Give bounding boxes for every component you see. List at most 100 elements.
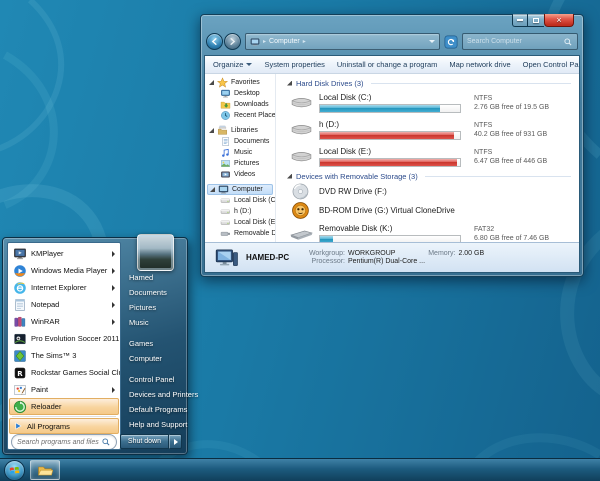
search-input[interactable]: Search Computer bbox=[462, 33, 578, 50]
sidebar-item-local-disk-e[interactable]: Local Disk (E:) bbox=[207, 217, 275, 228]
start-item-windows-media-player[interactable]: Windows Media Player bbox=[9, 262, 119, 279]
drive-local-disk-e[interactable]: Local Disk (E:) NTFS 6.47 GB free of 446 G… bbox=[287, 143, 573, 170]
all-programs-item[interactable]: All Programs bbox=[9, 418, 119, 434]
all-programs-label: All Programs bbox=[27, 421, 70, 431]
breadcrumb[interactable]: ▸ Computer ▸ bbox=[245, 33, 440, 50]
navigation-pane: Favorites Desktop Downloads Recent Places Li… bbox=[205, 74, 276, 242]
search-icon bbox=[564, 37, 572, 45]
start-item-notepad[interactable]: Notepad bbox=[9, 296, 119, 313]
shutdown-button[interactable]: Shut down bbox=[119, 434, 169, 449]
toolbar-map-network-drive[interactable]: Map network drive bbox=[449, 60, 510, 69]
drive-local-disk-c[interactable]: Local Disk (C:) NTFS 2.76 GB free of 19.5 … bbox=[287, 89, 573, 116]
start-right-help-and-support[interactable]: Help and Support bbox=[125, 417, 187, 432]
desktop: × ▸ Computer ▸ Search Computer Organize … bbox=[0, 0, 600, 481]
breadcrumb-separator: ▸ bbox=[302, 39, 306, 45]
start-item-reloader[interactable]: Reloader bbox=[9, 398, 119, 415]
start-right-hamed[interactable]: Hamed bbox=[125, 270, 183, 285]
start-right-computer[interactable]: Computer bbox=[125, 351, 183, 366]
details-workgroup: Workgroup: WORKGROUP bbox=[308, 250, 396, 257]
close-button[interactable]: × bbox=[544, 14, 574, 27]
items-view: Hard Disk Drives (3) Local Disk (C:) NTFS 2… bbox=[276, 74, 579, 242]
svg-text:R: R bbox=[17, 369, 23, 377]
drive-bd-rom-drive-g-virtual-clonedrive[interactable]: BD-ROM Drive (G:) Virtual CloneDrive bbox=[287, 201, 573, 220]
address-dropdown-icon[interactable] bbox=[429, 40, 435, 43]
sidebar-item-videos[interactable]: Videos bbox=[207, 169, 275, 180]
drive-h-d[interactable]: h (D:) NTFS 40.2 GB free of 931 GB bbox=[287, 116, 573, 143]
expander-icon bbox=[210, 187, 215, 192]
details-pane: HAMED-PC Workgroup: WORKGROUP Memory: 2.00 … bbox=[205, 242, 579, 272]
submenu-arrow-icon bbox=[112, 318, 115, 325]
windows-flag-icon bbox=[9, 466, 20, 474]
sidebar-item-documents[interactable]: Documents bbox=[207, 136, 275, 147]
sidebar-item-pictures[interactable]: Pictures bbox=[207, 158, 275, 169]
minimize-button[interactable] bbox=[512, 14, 528, 27]
sidebar-item-desktop[interactable]: Desktop bbox=[207, 88, 275, 99]
usb-icon bbox=[289, 224, 314, 242]
rockstar-icon: R bbox=[13, 366, 27, 380]
sidebar-item-recent-places[interactable]: Recent Places bbox=[207, 110, 275, 121]
start-right-pictures[interactable]: Pictures bbox=[125, 300, 183, 315]
start-right-default-programs[interactable]: Default Programs bbox=[125, 402, 187, 417]
sidebar-item-music[interactable]: Music bbox=[207, 147, 275, 158]
star-icon bbox=[217, 77, 228, 88]
drive-removable-disk-k[interactable]: Removable Disk (K:) FAT32 6.80 GB free of … bbox=[287, 220, 573, 242]
wmp-icon bbox=[13, 264, 27, 278]
toolbar-uninstall-or-change-a-program[interactable]: Uninstall or change a program bbox=[337, 60, 437, 69]
start-search-input[interactable]: Search programs and files bbox=[11, 434, 117, 449]
start-item-pro-evolution-soccer-2011[interactable]: Pro Evolution Soccer 2011 bbox=[9, 330, 119, 347]
sidebar-item-h-d[interactable]: h (D:) bbox=[207, 206, 275, 217]
sidebar-item-computer[interactable]: Computer bbox=[207, 184, 273, 195]
maximize-icon bbox=[533, 17, 539, 23]
start-right-games[interactable]: Games bbox=[125, 336, 183, 351]
start-item-the-sims-3[interactable]: The Sims™ 3 bbox=[9, 347, 119, 364]
start-right-documents[interactable]: Documents bbox=[125, 285, 183, 300]
window-client-area: Organize System properties Uninstall or c… bbox=[204, 55, 580, 273]
refresh-button[interactable] bbox=[444, 35, 458, 49]
start-right-control-panel[interactable]: Control Panel bbox=[125, 372, 183, 387]
start-menu-places-pane: Hamed Documents Pictures Music Games Computer… bbox=[125, 242, 198, 450]
start-item-rockstar-games-social-club[interactable]: R Rockstar Games Social Club bbox=[9, 364, 120, 381]
computer-mini-icon bbox=[250, 37, 260, 47]
capacity-bar bbox=[319, 103, 461, 113]
start-button[interactable] bbox=[4, 459, 25, 481]
sidebar-item-libraries[interactable]: Libraries bbox=[207, 125, 275, 136]
start-item-winrar[interactable]: WinRAR bbox=[9, 313, 119, 330]
toolbar-system-properties[interactable]: System properties bbox=[264, 60, 324, 69]
start-item-kmplayer[interactable]: KMPlayer bbox=[9, 245, 119, 262]
sidebar-item-removable-disk-k[interactable]: Removable Disk (K:) bbox=[207, 228, 275, 239]
start-right-music[interactable]: Music bbox=[125, 315, 183, 330]
recent-icon bbox=[220, 110, 231, 121]
submenu-arrow-icon bbox=[112, 267, 115, 274]
sidebar-item-downloads[interactable]: Downloads bbox=[207, 99, 275, 110]
start-item-internet-explorer[interactable]: Internet Explorer bbox=[9, 279, 119, 296]
computer-name: HAMED-PC bbox=[246, 253, 290, 262]
back-button[interactable] bbox=[206, 33, 223, 50]
usb-sm-icon bbox=[220, 228, 231, 239]
start-menu-programs-pane: KMPlayer Windows Media Player Internet Exp… bbox=[7, 242, 121, 450]
group-header-devices-with-removable-storage-3[interactable]: Devices with Removable Storage (3) bbox=[287, 170, 573, 182]
organize-label: Organize bbox=[213, 60, 244, 69]
submenu-arrow-icon bbox=[112, 301, 115, 308]
shutdown-options-button[interactable] bbox=[169, 434, 182, 449]
libraries-icon bbox=[217, 125, 228, 136]
breadcrumb-item[interactable]: Computer bbox=[269, 38, 300, 45]
maximize-button[interactable] bbox=[528, 14, 544, 27]
capacity-bar bbox=[319, 130, 461, 140]
hdd-sm-icon bbox=[220, 217, 231, 228]
close-icon: × bbox=[556, 15, 562, 25]
sidebar-item-local-disk-c[interactable]: Local Disk (C:) bbox=[207, 195, 275, 206]
organize-menu[interactable]: Organize bbox=[213, 60, 253, 69]
drive-dvd-rw-drive-f[interactable]: DVD RW Drive (F:) bbox=[287, 182, 573, 201]
window-titlebar[interactable]: × bbox=[201, 14, 583, 31]
notepad-icon bbox=[13, 298, 27, 312]
forward-button[interactable] bbox=[224, 33, 241, 50]
desktop-icon bbox=[220, 88, 231, 99]
toolbar-open-control-panel[interactable]: Open Control Panel bbox=[523, 60, 579, 69]
sims-icon bbox=[13, 349, 27, 363]
start-right-devices-and-printers[interactable]: Devices and Printers bbox=[125, 387, 198, 402]
taskbar-explorer-button[interactable] bbox=[30, 460, 60, 480]
start-item-paint[interactable]: Paint bbox=[9, 381, 119, 398]
sidebar-item-favorites[interactable]: Favorites bbox=[207, 77, 275, 88]
group-header-hard-disk-drives-3[interactable]: Hard Disk Drives (3) bbox=[287, 77, 573, 89]
shutdown-arrow-icon bbox=[173, 438, 178, 445]
